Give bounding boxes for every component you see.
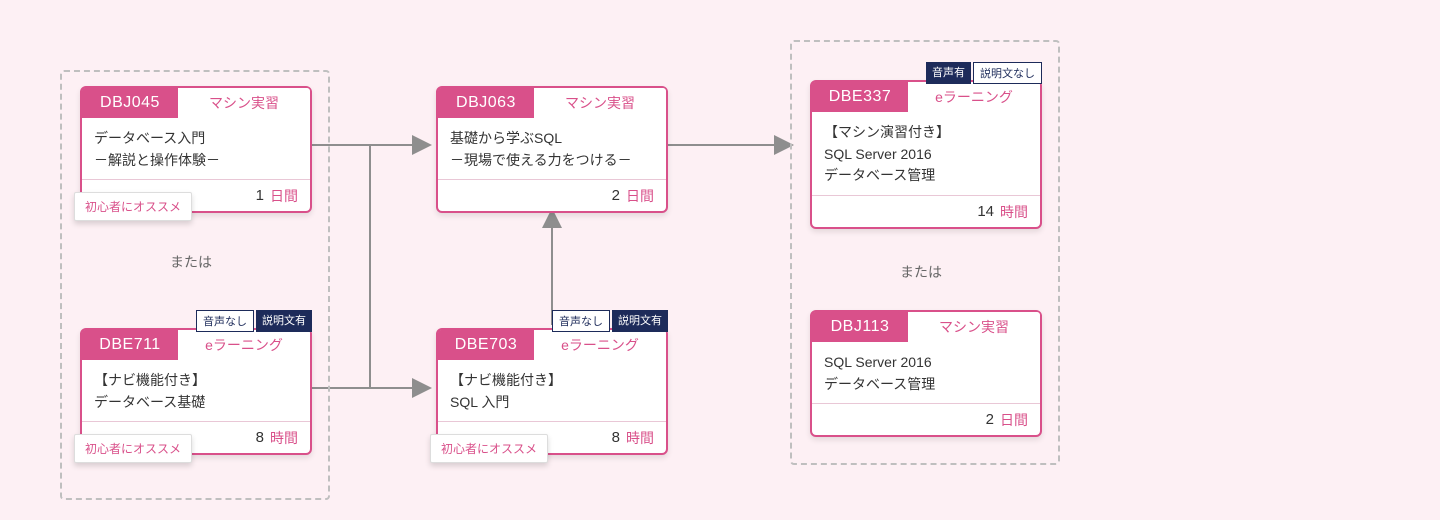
or-label-left: または: [170, 252, 212, 272]
course-title: 【ナビ機能付き】 データベース基礎: [82, 360, 310, 421]
course-card-dbe703[interactable]: 音声なし 説明文有 DBE703 eラーニング 【ナビ機能付き】 SQL 入門 …: [436, 328, 668, 455]
audio-tag: 音声なし: [196, 310, 254, 332]
duration-unit: 日間: [270, 186, 298, 206]
duration-unit: 時間: [1000, 202, 1028, 222]
duration-unit: 日間: [1000, 410, 1028, 430]
or-label-right: または: [900, 262, 942, 282]
course-type: マシン実習: [178, 88, 310, 118]
duration-unit: 時間: [626, 428, 654, 448]
course-card-dbj113[interactable]: DBJ113 マシン実習 SQL Server 2016 データベース管理 2 …: [810, 310, 1042, 437]
duration-number: 14: [977, 203, 994, 220]
course-card-dbe337[interactable]: 音声有 説明文なし DBE337 eラーニング 【マシン演習付き】 SQL Se…: [810, 80, 1042, 229]
course-type: eラーニング: [178, 330, 310, 360]
course-code: DBE337: [812, 82, 908, 112]
course-card-dbj045[interactable]: DBJ045 マシン実習 データベース入門 －解説と操作体験－ 1 日間 初心者…: [80, 86, 312, 213]
description-tag: 説明文有: [256, 310, 312, 332]
beginner-badge: 初心者にオススメ: [74, 434, 192, 463]
course-code: DBJ113: [812, 312, 908, 342]
course-card-dbj063[interactable]: DBJ063 マシン実習 基礎から学ぶSQL －現場で使える力をつける－ 2 日…: [436, 86, 668, 213]
course-code: DBJ063: [438, 88, 534, 118]
description-tag: 説明文有: [612, 310, 668, 332]
course-type: eラーニング: [534, 330, 666, 360]
course-title: 基礎から学ぶSQL －現場で使える力をつける－: [438, 118, 666, 179]
description-tag: 説明文なし: [973, 62, 1042, 84]
beginner-badge: 初心者にオススメ: [430, 434, 548, 463]
course-title: 【マシン演習付き】 SQL Server 2016 データベース管理: [812, 112, 1040, 195]
duration-unit: 日間: [626, 186, 654, 206]
duration-number: 1: [256, 187, 264, 204]
course-title: SQL Server 2016 データベース管理: [812, 342, 1040, 403]
course-card-dbe711[interactable]: 音声なし 説明文有 DBE711 eラーニング 【ナビ機能付き】 データベース基…: [80, 328, 312, 455]
course-code: DBE711: [82, 330, 178, 360]
duration-number: 2: [612, 187, 620, 204]
duration-number: 8: [256, 429, 264, 446]
course-type: マシン実習: [908, 312, 1040, 342]
duration-unit: 時間: [270, 428, 298, 448]
course-type: eラーニング: [908, 82, 1040, 112]
audio-tag: 音声有: [926, 62, 971, 84]
course-code: DBJ045: [82, 88, 178, 118]
course-title: 【ナビ機能付き】 SQL 入門: [438, 360, 666, 421]
course-code: DBE703: [438, 330, 534, 360]
duration-number: 8: [612, 429, 620, 446]
beginner-badge: 初心者にオススメ: [74, 192, 192, 221]
duration-number: 2: [986, 411, 994, 428]
course-type: マシン実習: [534, 88, 666, 118]
course-title: データベース入門 －解説と操作体験－: [82, 118, 310, 179]
audio-tag: 音声なし: [552, 310, 610, 332]
course-flow-diagram: DBJ045 マシン実習 データベース入門 －解説と操作体験－ 1 日間 初心者…: [0, 0, 1440, 520]
